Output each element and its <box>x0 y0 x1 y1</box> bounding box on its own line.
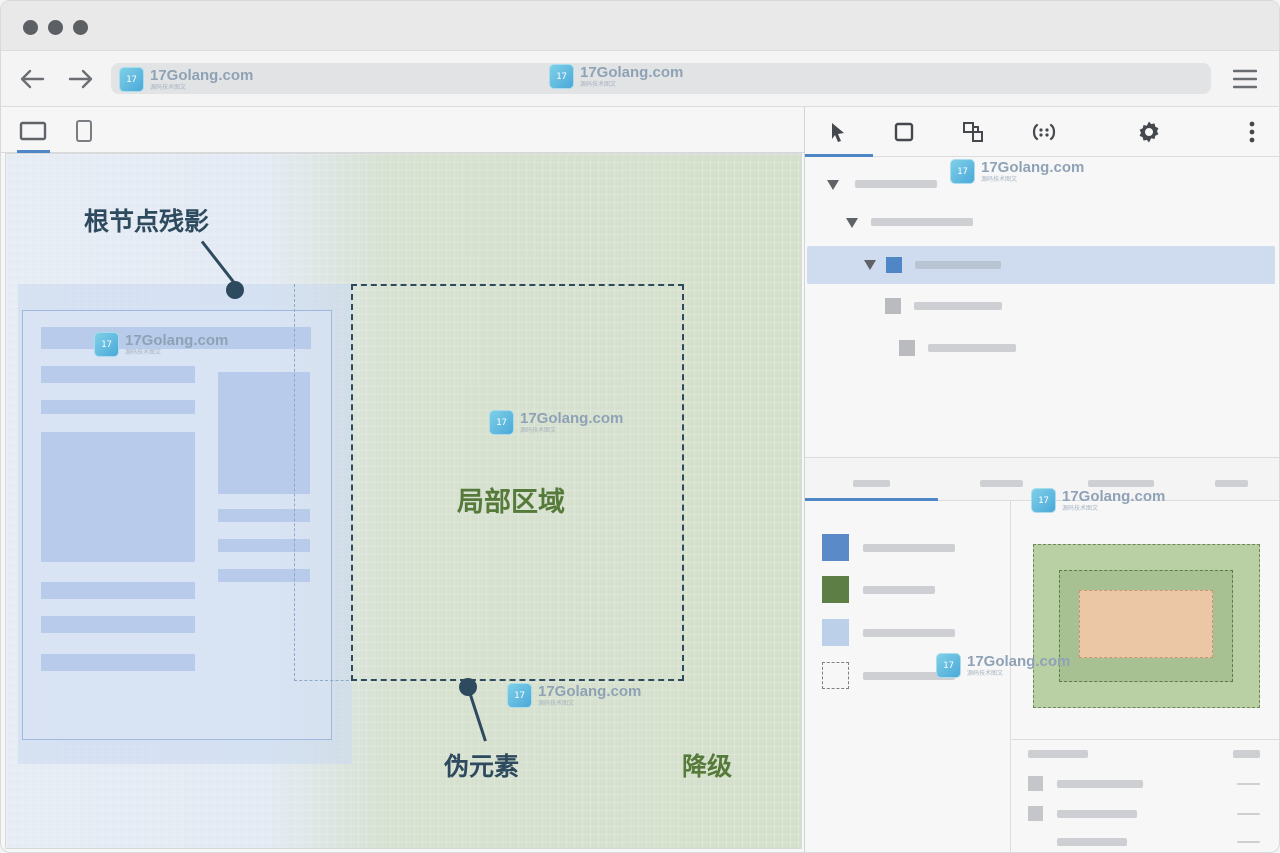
arrow-right-icon <box>68 69 93 89</box>
computed-pane <box>1012 739 1279 852</box>
forward-button[interactable] <box>67 65 95 93</box>
title-bar <box>1 1 1279 51</box>
style-rule-placeholder <box>863 629 955 637</box>
variables-icon <box>1032 123 1056 141</box>
styles-pane <box>805 501 1011 852</box>
local-area-label: 局部区域 <box>457 487 565 518</box>
tree-node[interactable] <box>807 165 1275 203</box>
color-swatch-blue[interactable] <box>822 534 849 561</box>
degrade-label: 降级 <box>682 752 733 781</box>
hamburger-menu-icon <box>1233 69 1257 89</box>
ghost-line <box>41 400 195 414</box>
devtools-tab-active-indicator <box>805 154 873 157</box>
tree-node-placeholder <box>914 302 1002 310</box>
color-swatch-dashed[interactable] <box>822 662 849 689</box>
ghost-header-bar <box>41 327 311 349</box>
ghost-line <box>41 654 195 671</box>
style-rule-placeholder <box>863 586 935 594</box>
box-model-pane <box>1012 501 1279 739</box>
devtools-panel <box>804 107 1279 852</box>
variables-button[interactable] <box>1029 119 1059 145</box>
expand-caret-icon[interactable] <box>864 260 876 270</box>
desktop-icon <box>19 121 47 141</box>
pseudo-element-label: 伪元素 <box>444 752 520 781</box>
subtab-styles[interactable] <box>853 480 890 487</box>
inspect-box-button[interactable] <box>891 119 917 145</box>
color-swatch-green[interactable] <box>822 576 849 603</box>
computed-value-placeholder <box>1237 813 1260 815</box>
window-control-maximize[interactable] <box>73 20 88 35</box>
mobile-icon <box>76 120 92 142</box>
tree-node-placeholder <box>928 344 1016 352</box>
more-vertical-icon <box>1249 121 1255 143</box>
device-toggle-button[interactable] <box>960 119 986 145</box>
ghost-line <box>41 582 195 599</box>
box-model-content[interactable] <box>1079 590 1213 658</box>
ghost-line <box>41 366 195 383</box>
computed-header-placeholder <box>1233 750 1260 758</box>
expand-caret-icon[interactable] <box>846 218 858 228</box>
computed-item-icon <box>1028 776 1043 791</box>
arrow-left-icon <box>20 69 45 89</box>
tree-node-placeholder <box>855 180 937 188</box>
ghost-dashed-outline <box>294 284 354 681</box>
element-square-icon <box>885 298 901 314</box>
ghost-line <box>41 616 195 633</box>
color-swatch-lightblue[interactable] <box>822 619 849 646</box>
style-rule-placeholder <box>863 544 955 552</box>
devtools-toolbar <box>805 107 1279 157</box>
tree-node-placeholder <box>915 261 1001 269</box>
computed-item-icon <box>1028 806 1043 821</box>
back-button[interactable] <box>18 65 46 93</box>
computed-header-placeholder <box>1028 750 1088 758</box>
root-ghost-label: 根节点残影 <box>84 207 210 236</box>
more-options-button[interactable] <box>1239 119 1265 145</box>
ghost-image-block <box>41 432 195 562</box>
subtab-computed[interactable] <box>980 480 1023 487</box>
devtools-subtabs <box>805 457 1279 501</box>
cursor-icon <box>832 123 844 142</box>
computed-item-placeholder[interactable] <box>1057 780 1143 788</box>
subtab-layout[interactable] <box>1088 480 1154 487</box>
window-control-minimize[interactable] <box>48 20 63 35</box>
tab-mobile-view[interactable] <box>73 118 95 144</box>
element-square-icon <box>899 340 915 356</box>
computed-item-placeholder[interactable] <box>1057 810 1137 818</box>
window-control-close[interactable] <box>23 20 38 35</box>
select-element-button[interactable] <box>825 119 851 145</box>
subtab-events[interactable] <box>1215 480 1248 487</box>
computed-value-placeholder <box>1237 783 1260 785</box>
navigation-bar <box>1 51 1279 107</box>
expand-caret-icon[interactable] <box>827 180 839 190</box>
square-icon <box>894 122 914 142</box>
browser-window: 根节点残影 局部区域 伪元素 降级 17 17Golang.com 源码技术图文… <box>0 0 1280 853</box>
page-viewport[interactable]: 根节点残影 局部区域 伪元素 降级 <box>5 153 802 849</box>
computed-value-placeholder <box>1237 841 1260 843</box>
settings-button[interactable] <box>1136 119 1162 145</box>
gear-icon <box>1139 121 1159 143</box>
tab-desktop-view[interactable] <box>18 119 48 143</box>
element-square-icon <box>886 257 902 273</box>
style-rule-placeholder <box>863 672 955 680</box>
address-bar[interactable] <box>111 63 1211 94</box>
computed-item-placeholder[interactable] <box>1057 838 1127 846</box>
tree-node[interactable] <box>807 329 1275 367</box>
menu-button[interactable] <box>1231 65 1259 93</box>
tree-node-placeholder <box>871 218 973 226</box>
layers-icon <box>963 122 983 142</box>
root-ghost-callout-dot <box>226 281 244 299</box>
viewport-tabs <box>1 107 804 153</box>
tree-node[interactable] <box>807 203 1275 241</box>
tree-node-selected[interactable] <box>807 246 1275 284</box>
tree-node[interactable] <box>807 287 1275 325</box>
